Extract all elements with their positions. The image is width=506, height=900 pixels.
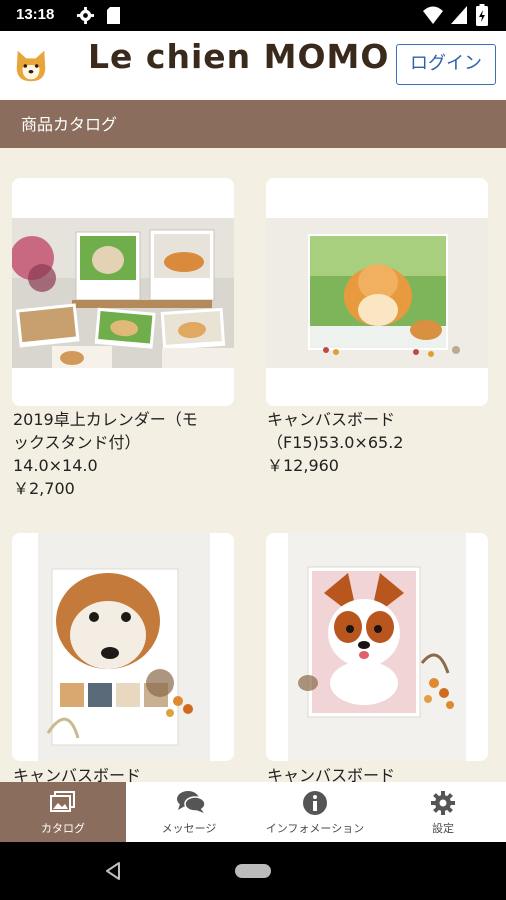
product-image bbox=[266, 218, 488, 368]
wifi-icon bbox=[423, 6, 443, 24]
product-price: ￥12,960 bbox=[267, 456, 339, 475]
status-time: 13:18 bbox=[16, 6, 55, 23]
catalog-icon bbox=[50, 791, 75, 812]
product-card[interactable] bbox=[12, 533, 234, 761]
gear-icon bbox=[431, 791, 455, 815]
back-icon[interactable] bbox=[105, 862, 121, 880]
bottom-tab-bar: カタログ メッセージ インフォメーション 設定 bbox=[0, 782, 506, 842]
product-card[interactable] bbox=[266, 178, 488, 406]
product-name: キャンバスボード bbox=[267, 766, 396, 782]
tab-label: インフォメーション bbox=[265, 822, 365, 835]
tab-settings[interactable]: 設定 bbox=[380, 782, 506, 842]
product-card[interactable] bbox=[12, 178, 234, 406]
tab-information[interactable]: インフォメーション bbox=[252, 782, 378, 842]
info-icon bbox=[303, 791, 327, 815]
product-name-cont: ックスタンド付） bbox=[13, 433, 141, 452]
product-name: キャンバスボード bbox=[267, 410, 396, 429]
section-header: 商品カタログ bbox=[0, 100, 506, 148]
product-name: 2019卓上カレンダー（モ bbox=[13, 410, 198, 429]
signal-icon bbox=[451, 6, 467, 24]
product-card[interactable] bbox=[266, 533, 488, 761]
product-image bbox=[288, 533, 466, 761]
tab-catalog[interactable]: カタログ bbox=[0, 782, 126, 842]
tab-message[interactable]: メッセージ bbox=[126, 782, 252, 842]
product-info: 2019卓上カレンダー（モ ックスタンド付） 14.0×14.0 ￥2,700 bbox=[13, 408, 253, 500]
tab-label: 設定 bbox=[432, 822, 454, 835]
sd-card-icon bbox=[107, 7, 120, 24]
product-info: キャンバスボード （F15)53.0×65.2 ￥12,960 bbox=[267, 408, 506, 477]
login-button[interactable]: ログイン bbox=[396, 44, 496, 85]
product-image bbox=[38, 533, 210, 761]
product-price: ￥2,700 bbox=[13, 479, 75, 498]
tab-label: カタログ bbox=[41, 822, 85, 835]
battery-icon bbox=[476, 4, 488, 26]
section-title: 商品カタログ bbox=[21, 115, 118, 134]
product-name: キャンバスボード bbox=[13, 766, 142, 782]
product-image bbox=[12, 218, 234, 368]
home-pill[interactable] bbox=[235, 864, 271, 878]
system-nav-bar bbox=[0, 842, 506, 900]
status-bar: 13:18 bbox=[0, 0, 506, 31]
product-grid: 2019卓上カレンダー（モ ックスタンド付） 14.0×14.0 ￥2,700 … bbox=[0, 148, 506, 782]
product-info: キャンバスボード bbox=[13, 764, 253, 782]
product-size: 14.0×14.0 bbox=[13, 456, 98, 475]
dog-logo-icon bbox=[16, 50, 46, 82]
app-header: Le chien MOMO ログイン bbox=[0, 31, 506, 100]
settings-status-icon bbox=[76, 6, 95, 25]
product-info: キャンバスボード bbox=[267, 764, 506, 782]
message-icon bbox=[177, 791, 206, 813]
product-name-cont: （F15)53.0×65.2 bbox=[267, 433, 404, 452]
brand-title: Le chien MOMO bbox=[88, 37, 390, 76]
tab-label: メッセージ bbox=[161, 822, 217, 835]
